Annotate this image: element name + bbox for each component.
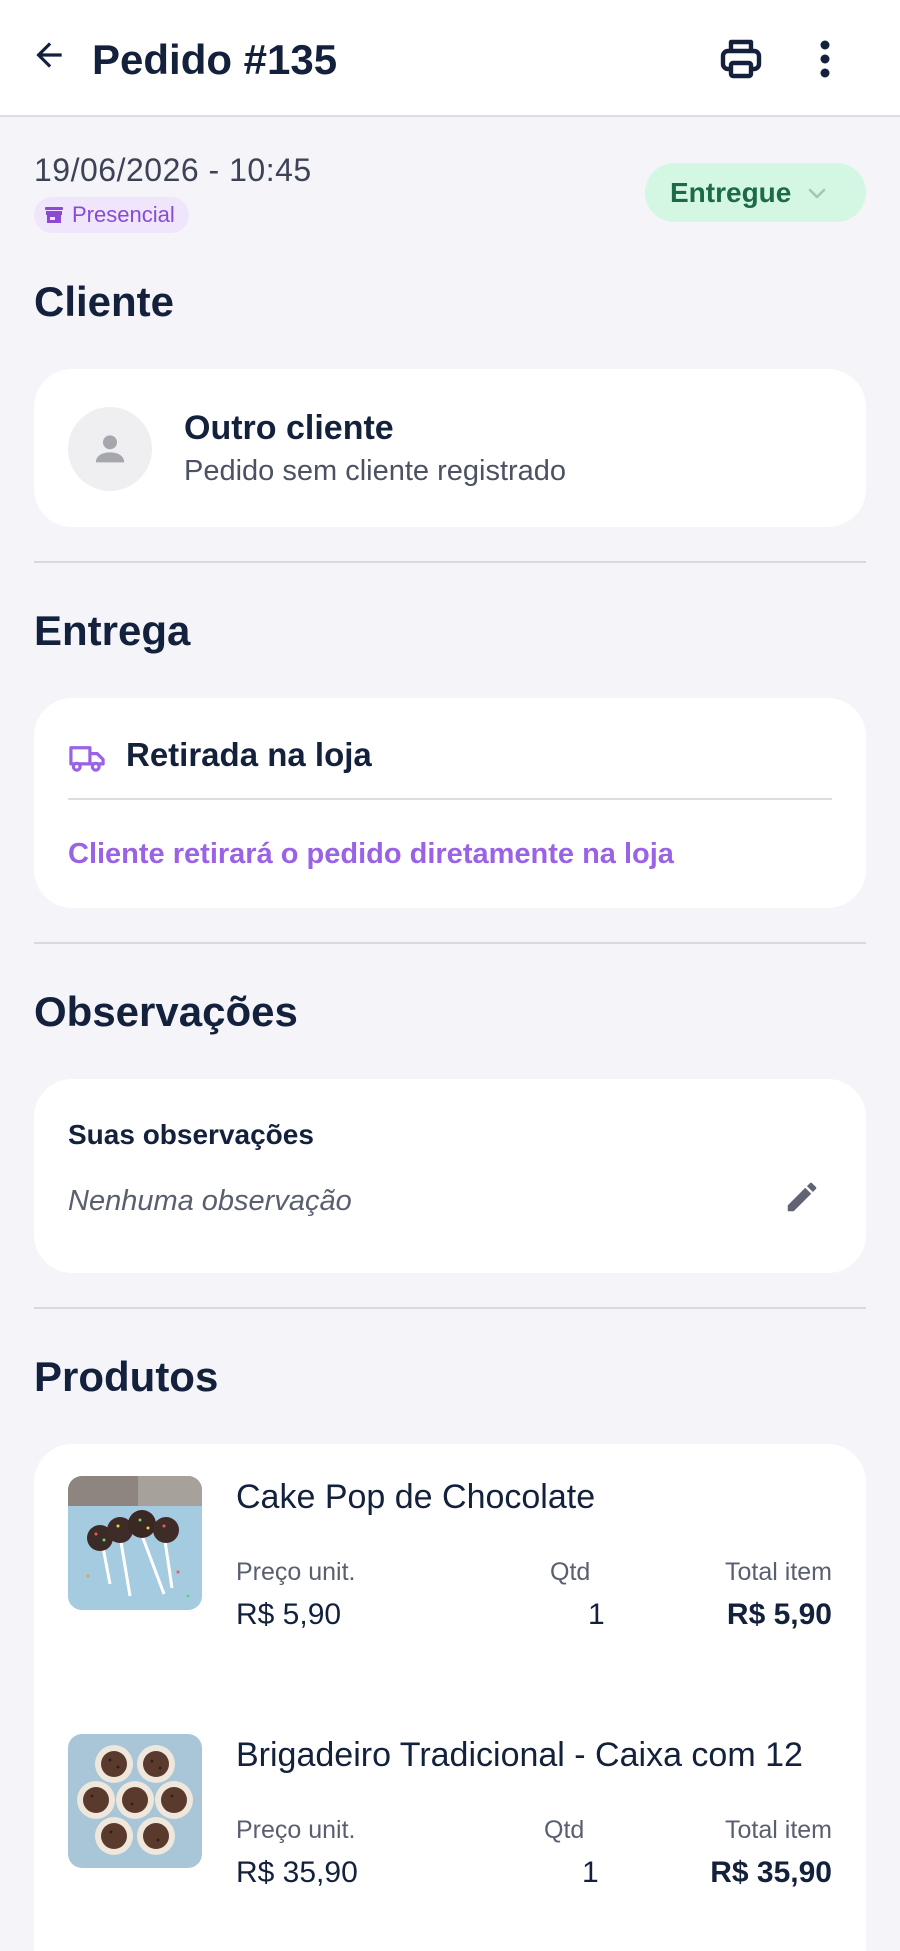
qty-value: 1	[588, 1598, 605, 1631]
divider	[34, 1307, 866, 1309]
divider	[34, 561, 866, 563]
delivery-icon-wrap	[68, 738, 108, 778]
printer-icon	[720, 39, 762, 79]
delivery-divider	[68, 798, 832, 800]
total-value: R$ 5,90	[726, 1598, 832, 1631]
unit-price-value: R$ 5,90	[236, 1598, 342, 1631]
delivery-section-title: Entrega	[34, 607, 191, 654]
notes-label: Suas observações	[68, 1119, 314, 1150]
unit-price-label: Preço unit.	[236, 1816, 356, 1844]
qty-label: Qtd	[550, 1558, 591, 1586]
client-section-title: Cliente	[34, 278, 175, 325]
channel-badge: Presencial	[34, 197, 189, 233]
products-card: Cake Pop de Chocolate Preço unit. Qtd To…	[34, 1444, 866, 1951]
channel-label: Presencial	[72, 202, 175, 227]
back-button[interactable]	[24, 30, 74, 80]
delivery-description: Cliente retirará o pedido diretamente na…	[68, 838, 674, 870]
total-label: Total item	[725, 1558, 832, 1586]
app-bar: Pedido #135	[0, 0, 900, 117]
avatar	[68, 407, 152, 491]
order-datetime: 19/06/2026 - 10:45	[34, 152, 312, 188]
pencil-icon	[787, 1182, 817, 1212]
notes-value: Nenhuma observação	[68, 1185, 352, 1217]
truck-icon	[69, 746, 105, 772]
person-icon	[95, 435, 125, 463]
product-image-brigadeiro	[68, 1734, 202, 1868]
client-card[interactable]: Outro cliente Pedido sem cliente registr…	[34, 369, 866, 527]
arrow-left-icon	[36, 42, 62, 68]
total-value: R$ 35,90	[710, 1856, 832, 1889]
notes-section-title: Observações	[34, 988, 298, 1035]
status-dropdown[interactable]: Entregue	[645, 163, 866, 222]
product-image-cake-pop	[68, 1476, 202, 1610]
print-button[interactable]	[712, 30, 770, 88]
chevron-down-icon	[809, 188, 826, 198]
page-title: Pedido #135	[92, 36, 338, 83]
product-name: Cake Pop de Chocolate	[236, 1478, 596, 1516]
total-label: Total item	[725, 1816, 832, 1844]
unit-price-label: Preço unit.	[236, 1558, 356, 1586]
qty-label: Qtd	[544, 1816, 585, 1844]
notes-card: Suas observações Nenhuma observação	[34, 1079, 866, 1273]
product-item[interactable]: Brigadeiro Tradicional - Caixa com 12 Pr…	[68, 1734, 832, 1889]
products-section-title: Produtos	[34, 1353, 219, 1400]
client-name: Outro cliente	[184, 409, 394, 447]
product-item[interactable]: Cake Pop de Chocolate Preço unit. Qtd To…	[68, 1476, 832, 1631]
status-label: Entregue	[670, 176, 792, 208]
more-vertical-icon	[820, 40, 830, 78]
divider	[34, 942, 866, 944]
delivery-card: Retirada na loja Cliente retirará o pedi…	[34, 698, 866, 908]
edit-notes-button[interactable]	[780, 1175, 824, 1219]
product-name: Brigadeiro Tradicional - Caixa com 12	[236, 1736, 803, 1774]
store-icon	[45, 207, 63, 223]
more-options-button[interactable]	[800, 30, 850, 88]
delivery-method: Retirada na loja	[126, 736, 372, 773]
qty-value: 1	[582, 1856, 599, 1889]
unit-price-value: R$ 35,90	[236, 1856, 358, 1889]
client-subtitle: Pedido sem cliente registrado	[184, 455, 567, 487]
